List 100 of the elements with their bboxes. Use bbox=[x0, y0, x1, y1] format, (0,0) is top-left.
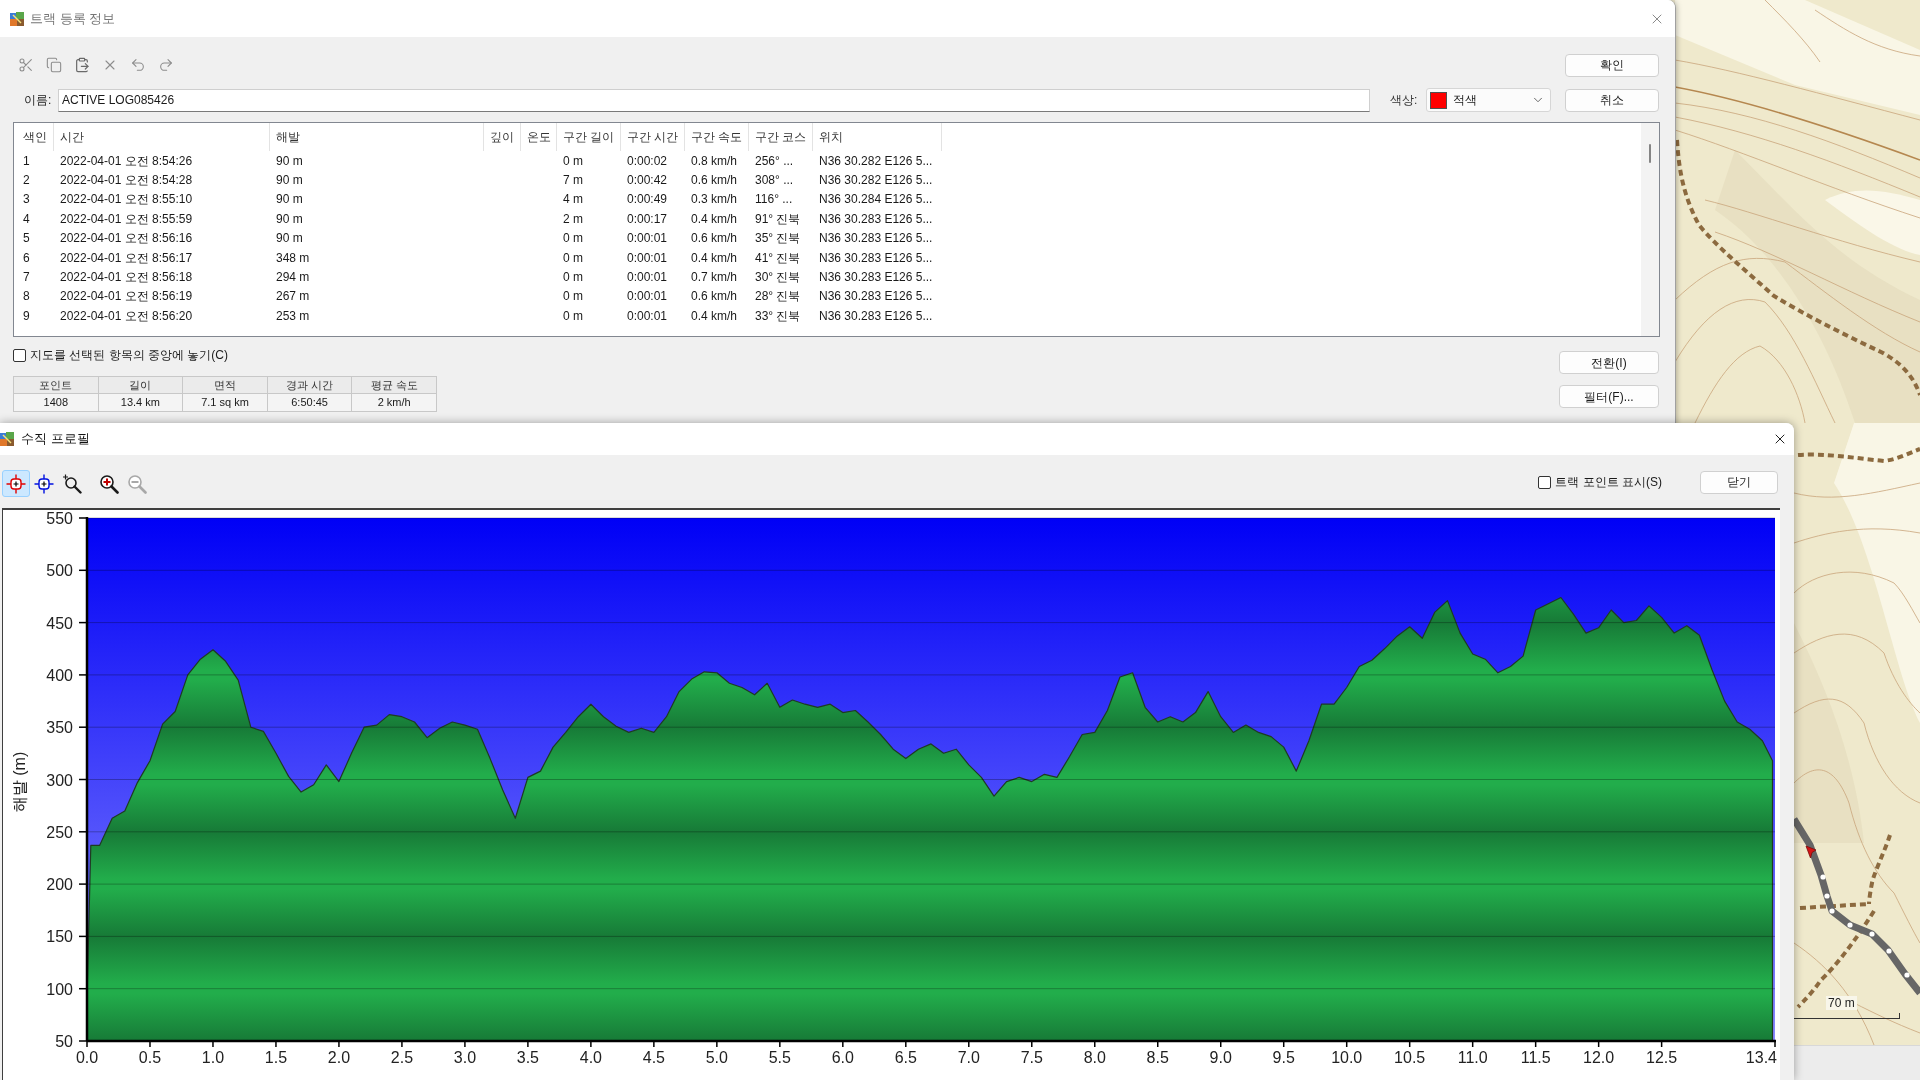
summary-header-cell: 면적 bbox=[183, 377, 268, 394]
table-cell-text: 2022-04-01 오전 8:56:20 bbox=[59, 307, 194, 325]
table-cell-text: 0.3 km/h bbox=[690, 191, 739, 209]
checkbox[interactable] bbox=[1538, 475, 1552, 489]
table-cell-text: N36 30.284 E126 5... bbox=[818, 191, 934, 209]
axis-tick-label: 5.0 bbox=[705, 1049, 728, 1066]
scrollbar[interactable] bbox=[1641, 123, 1659, 336]
table-cell-text: 1 bbox=[22, 152, 31, 170]
table-cell-text: 0:00:01 bbox=[626, 230, 669, 248]
column-header[interactable]: 온도 bbox=[521, 123, 557, 151]
dialog-button[interactable]: 닫기 bbox=[1700, 470, 1778, 494]
axis-tick-label: 3.0 bbox=[453, 1049, 477, 1066]
table-cell-text: 6 bbox=[22, 249, 31, 267]
table-cell-text: 0.6 km/h bbox=[690, 172, 739, 190]
table-cell-text: 7 bbox=[22, 269, 31, 287]
table-cell-text: 35° 진북 bbox=[754, 230, 802, 248]
window-title: 수직 프로필 bbox=[21, 430, 90, 449]
field-label: 색상: bbox=[1390, 92, 1419, 109]
undo-icon[interactable] bbox=[130, 57, 146, 73]
window-title: 트랙 등록 정보 bbox=[30, 9, 116, 28]
axis-tick-label: 2.5 bbox=[390, 1049, 414, 1066]
table-cell-text: 0 m bbox=[562, 249, 584, 267]
checkbox[interactable] bbox=[13, 348, 26, 362]
redo-icon[interactable] bbox=[158, 57, 174, 73]
name-field[interactable]: ACTIVE LOG085426 bbox=[58, 88, 1370, 112]
axis-tick-label: 10.0 bbox=[1331, 1049, 1363, 1066]
table-cell-text: 3 bbox=[22, 191, 31, 209]
table-cell-text: 4 bbox=[22, 210, 31, 228]
table-cell-text: 30° 진북 bbox=[754, 269, 802, 287]
column-header[interactable]: 위치 bbox=[813, 123, 942, 151]
table-cell-text: 0.8 km/h bbox=[690, 152, 739, 170]
summary-cell: 2 km/h bbox=[352, 394, 437, 412]
column-header[interactable]: 구간 시간 bbox=[621, 123, 685, 151]
axis-tick-label: 12.0 bbox=[1583, 1049, 1615, 1066]
table-cell-text: 2022-04-01 오전 8:54:28 bbox=[59, 172, 194, 190]
table-cell-text: 0 m bbox=[562, 152, 584, 170]
table-cell-text: 33° 진북 bbox=[754, 307, 802, 325]
dialog-button[interactable]: 필터(F)... bbox=[1559, 385, 1659, 408]
column-header[interactable]: 시간 bbox=[54, 123, 270, 151]
axis-tick-label: 8.0 bbox=[1083, 1049, 1106, 1066]
dialog-button[interactable]: 확인 bbox=[1565, 53, 1659, 77]
axis-tick-label: 6.0 bbox=[831, 1049, 854, 1066]
table-cell-text: 0.6 km/h bbox=[690, 230, 739, 248]
axis-tick-label: 4.0 bbox=[579, 1049, 602, 1066]
clipboard-icon[interactable] bbox=[74, 57, 90, 73]
table-cell-text: 5 bbox=[22, 230, 31, 248]
dialog-button[interactable]: 취소 bbox=[1565, 88, 1659, 112]
table-cell-text: 0:00:01 bbox=[626, 288, 669, 306]
table-cell-text: 2022-04-01 오전 8:54:26 bbox=[59, 152, 194, 170]
column-header[interactable]: 깊이 bbox=[484, 123, 521, 151]
table-cell-text: 8 bbox=[22, 288, 31, 306]
table-cell-text: 2022-04-01 오전 8:56:16 bbox=[59, 230, 194, 248]
axis-tick-label: 11.0 bbox=[1457, 1049, 1488, 1066]
scrollbar-thumb[interactable] bbox=[1649, 144, 1651, 163]
axis-tick-label: 4.5 bbox=[642, 1049, 665, 1066]
table-cell-text: 0:00:42 bbox=[626, 172, 669, 190]
table-cell-text: 28° 진북 bbox=[754, 288, 802, 306]
table-cell-text: 0:00:17 bbox=[626, 210, 669, 228]
column-header[interactable]: 구간 길이 bbox=[557, 123, 621, 151]
scale-label: 70 m bbox=[1826, 996, 1857, 1010]
table-cell-text: N36 30.283 E126 5... bbox=[818, 249, 934, 267]
checkbox-label[interactable]: 지도를 선택된 항목의 중앙에 놓기(C) bbox=[30, 346, 228, 364]
table-cell-text: 294 m bbox=[275, 269, 311, 287]
table-cell-text: 0.4 km/h bbox=[690, 249, 739, 267]
axis-tick-label: 1.5 bbox=[264, 1049, 288, 1066]
table-cell-text: N36 30.282 E126 5... bbox=[818, 172, 934, 190]
table-cell-text: 308° ... bbox=[754, 172, 795, 190]
column-header[interactable]: 해발 bbox=[270, 123, 484, 151]
axis-tick-label: 50 bbox=[55, 1033, 73, 1050]
table-cell-text: 2 m bbox=[562, 210, 584, 228]
axis-tick-label: 9.5 bbox=[1272, 1049, 1295, 1066]
color-dropdown[interactable]: 적색 bbox=[1426, 88, 1551, 112]
dialog-button[interactable]: 전환(I) bbox=[1559, 351, 1659, 374]
column-header[interactable]: 구간 코스 bbox=[749, 123, 813, 151]
table-cell-text: 0:00:49 bbox=[626, 191, 669, 209]
summary-cell: 6:50:45 bbox=[267, 394, 353, 412]
field-label: 이름: bbox=[24, 92, 53, 109]
table-cell-text: 2 bbox=[22, 172, 31, 190]
table-cell-text: 0:00:02 bbox=[626, 152, 669, 170]
axis-tick-label: 6.5 bbox=[894, 1049, 917, 1066]
axis-tick-label: 350 bbox=[46, 719, 73, 737]
table-cell-text: 4 m bbox=[562, 191, 584, 209]
table-cell-text: 41° 진북 bbox=[754, 249, 802, 267]
checkbox-label[interactable]: 트랙 포인트 표시(S) bbox=[1555, 473, 1662, 491]
axis-tick-label: 100 bbox=[46, 980, 73, 998]
scissors-icon[interactable] bbox=[18, 57, 34, 73]
axis-tick-label: 9.0 bbox=[1209, 1049, 1232, 1066]
axis-tick-label: 0.5 bbox=[138, 1049, 162, 1066]
copy-icon[interactable] bbox=[46, 57, 62, 73]
column-header[interactable]: 구간 속도 bbox=[685, 123, 749, 151]
table-cell-text: 348 m bbox=[275, 249, 311, 267]
table-cell-text: 90 m bbox=[275, 191, 304, 209]
axis-tick-label: 10.5 bbox=[1394, 1049, 1426, 1066]
axis-tick-label: 13.4 bbox=[1745, 1049, 1777, 1066]
table-cell-text: 0:00:01 bbox=[626, 249, 669, 267]
column-header[interactable]: 색인 bbox=[14, 123, 54, 151]
table-cell-text: 253 m bbox=[275, 307, 311, 325]
axis-tick-label: 7.5 bbox=[1020, 1049, 1043, 1066]
summary-header-cell: 길이 bbox=[98, 377, 184, 394]
axis-tick-label: 250 bbox=[46, 823, 73, 841]
